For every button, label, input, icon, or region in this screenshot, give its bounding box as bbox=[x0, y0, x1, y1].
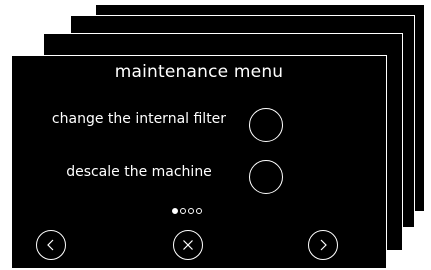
option-change-filter-radio[interactable] bbox=[249, 108, 283, 142]
pagination-dots bbox=[172, 208, 202, 214]
close-icon bbox=[183, 240, 193, 250]
option-descale-label: descale the machine bbox=[66, 164, 212, 180]
previous-button[interactable] bbox=[36, 230, 66, 260]
maintenance-menu-screen: maintenance menu change the internal fil… bbox=[11, 55, 387, 269]
next-button[interactable] bbox=[308, 230, 338, 260]
chevron-right-icon bbox=[320, 239, 327, 251]
close-button[interactable] bbox=[173, 230, 203, 260]
page-dot-1 bbox=[172, 208, 178, 214]
page-dot-4 bbox=[196, 208, 202, 214]
option-descale-radio[interactable] bbox=[249, 160, 283, 194]
page-dot-2 bbox=[180, 208, 186, 214]
chevron-left-icon bbox=[47, 239, 54, 251]
page-title: maintenance menu bbox=[114, 62, 284, 82]
page-dot-3 bbox=[188, 208, 194, 214]
option-change-filter-label: change the internal filter bbox=[51, 111, 227, 127]
